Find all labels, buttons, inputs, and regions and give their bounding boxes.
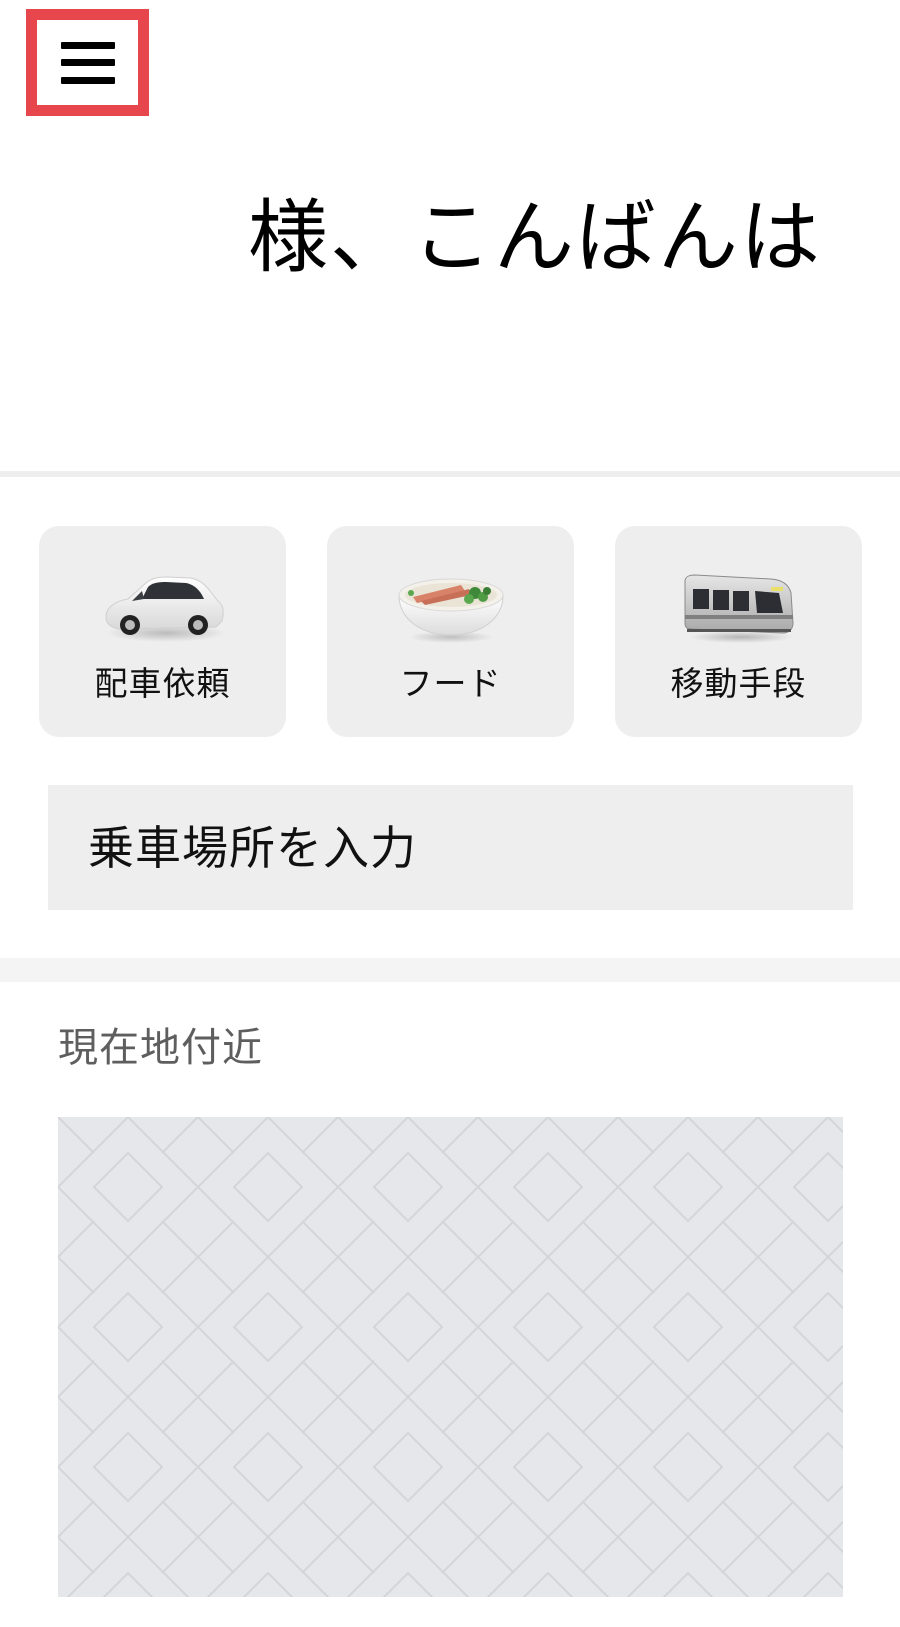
car-icon bbox=[39, 562, 286, 652]
divider bbox=[0, 471, 900, 477]
service-label: 配車依頼 bbox=[94, 664, 231, 703]
service-label: フード bbox=[399, 664, 502, 703]
hamburger-menu-icon bbox=[60, 41, 115, 84]
map-placeholder[interactable] bbox=[58, 1117, 843, 1597]
service-tile-ride[interactable]: 配車依頼 bbox=[39, 526, 286, 737]
train-icon bbox=[615, 562, 862, 652]
service-tile-food[interactable]: フード bbox=[327, 526, 574, 737]
greeting-title: 様、こんばんは bbox=[248, 191, 822, 284]
service-label: 移動手段 bbox=[670, 664, 807, 703]
pickup-placeholder: 乗車場所を入力 bbox=[88, 820, 417, 875]
service-tile-transit[interactable]: 移動手段 bbox=[615, 526, 862, 737]
section-divider bbox=[0, 958, 900, 982]
menu-button[interactable] bbox=[26, 9, 149, 116]
nearby-section-title: 現在地付近 bbox=[58, 1025, 263, 1071]
service-tiles: 配車依頼 フード 移動手段 bbox=[39, 526, 862, 737]
food-bowl-icon bbox=[327, 562, 574, 652]
map-pattern bbox=[58, 1117, 843, 1597]
pickup-location-input[interactable]: 乗車場所を入力 bbox=[48, 785, 853, 910]
